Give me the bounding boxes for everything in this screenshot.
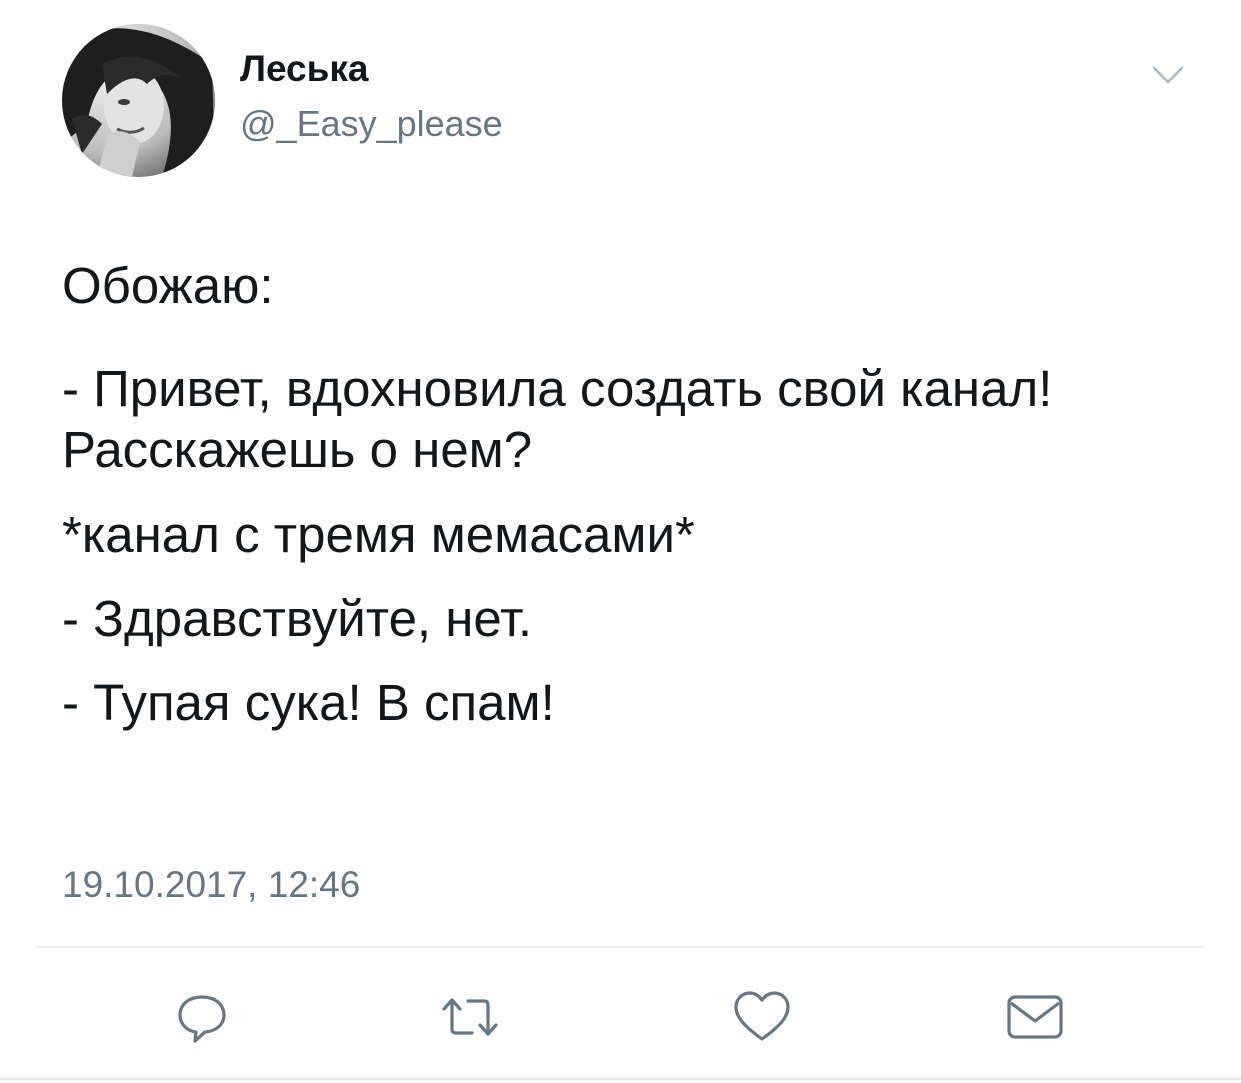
retweet-icon bbox=[442, 998, 498, 1036]
bottom-divider bbox=[0, 1078, 1241, 1080]
reply-icon bbox=[178, 995, 226, 1043]
chevron-down-icon bbox=[1152, 66, 1184, 84]
tweet-text: Обожаю: - Привет, вдохновила создать сво… bbox=[62, 255, 1182, 756]
tweet-intro: Обожаю: bbox=[62, 257, 274, 314]
tweet-line: *канал с тремя мемасами* bbox=[62, 505, 695, 563]
tweet-timestamp[interactable]: 19.10.2017, 12:46 bbox=[62, 866, 360, 903]
display-name[interactable]: Леська bbox=[240, 50, 368, 87]
divider bbox=[36, 946, 1204, 948]
envelope-icon bbox=[1007, 995, 1063, 1039]
heart-icon bbox=[734, 991, 790, 1041]
avatar-photo bbox=[62, 24, 215, 177]
tweet-line: - Тупая сука! В спам! bbox=[62, 673, 555, 731]
retweet-button[interactable] bbox=[438, 985, 502, 1049]
like-button[interactable] bbox=[730, 985, 794, 1049]
direct-message-button[interactable] bbox=[1003, 985, 1067, 1049]
avatar[interactable] bbox=[62, 24, 215, 177]
tweet-menu-button[interactable] bbox=[1148, 60, 1188, 90]
user-handle[interactable]: @_Easy_please bbox=[240, 106, 503, 142]
tweet-line: - Привет, вдохновила создать свой канал!… bbox=[62, 360, 1053, 479]
tweet-line: - Здравствуйте, нет. bbox=[62, 589, 532, 647]
reply-button[interactable] bbox=[170, 985, 234, 1049]
